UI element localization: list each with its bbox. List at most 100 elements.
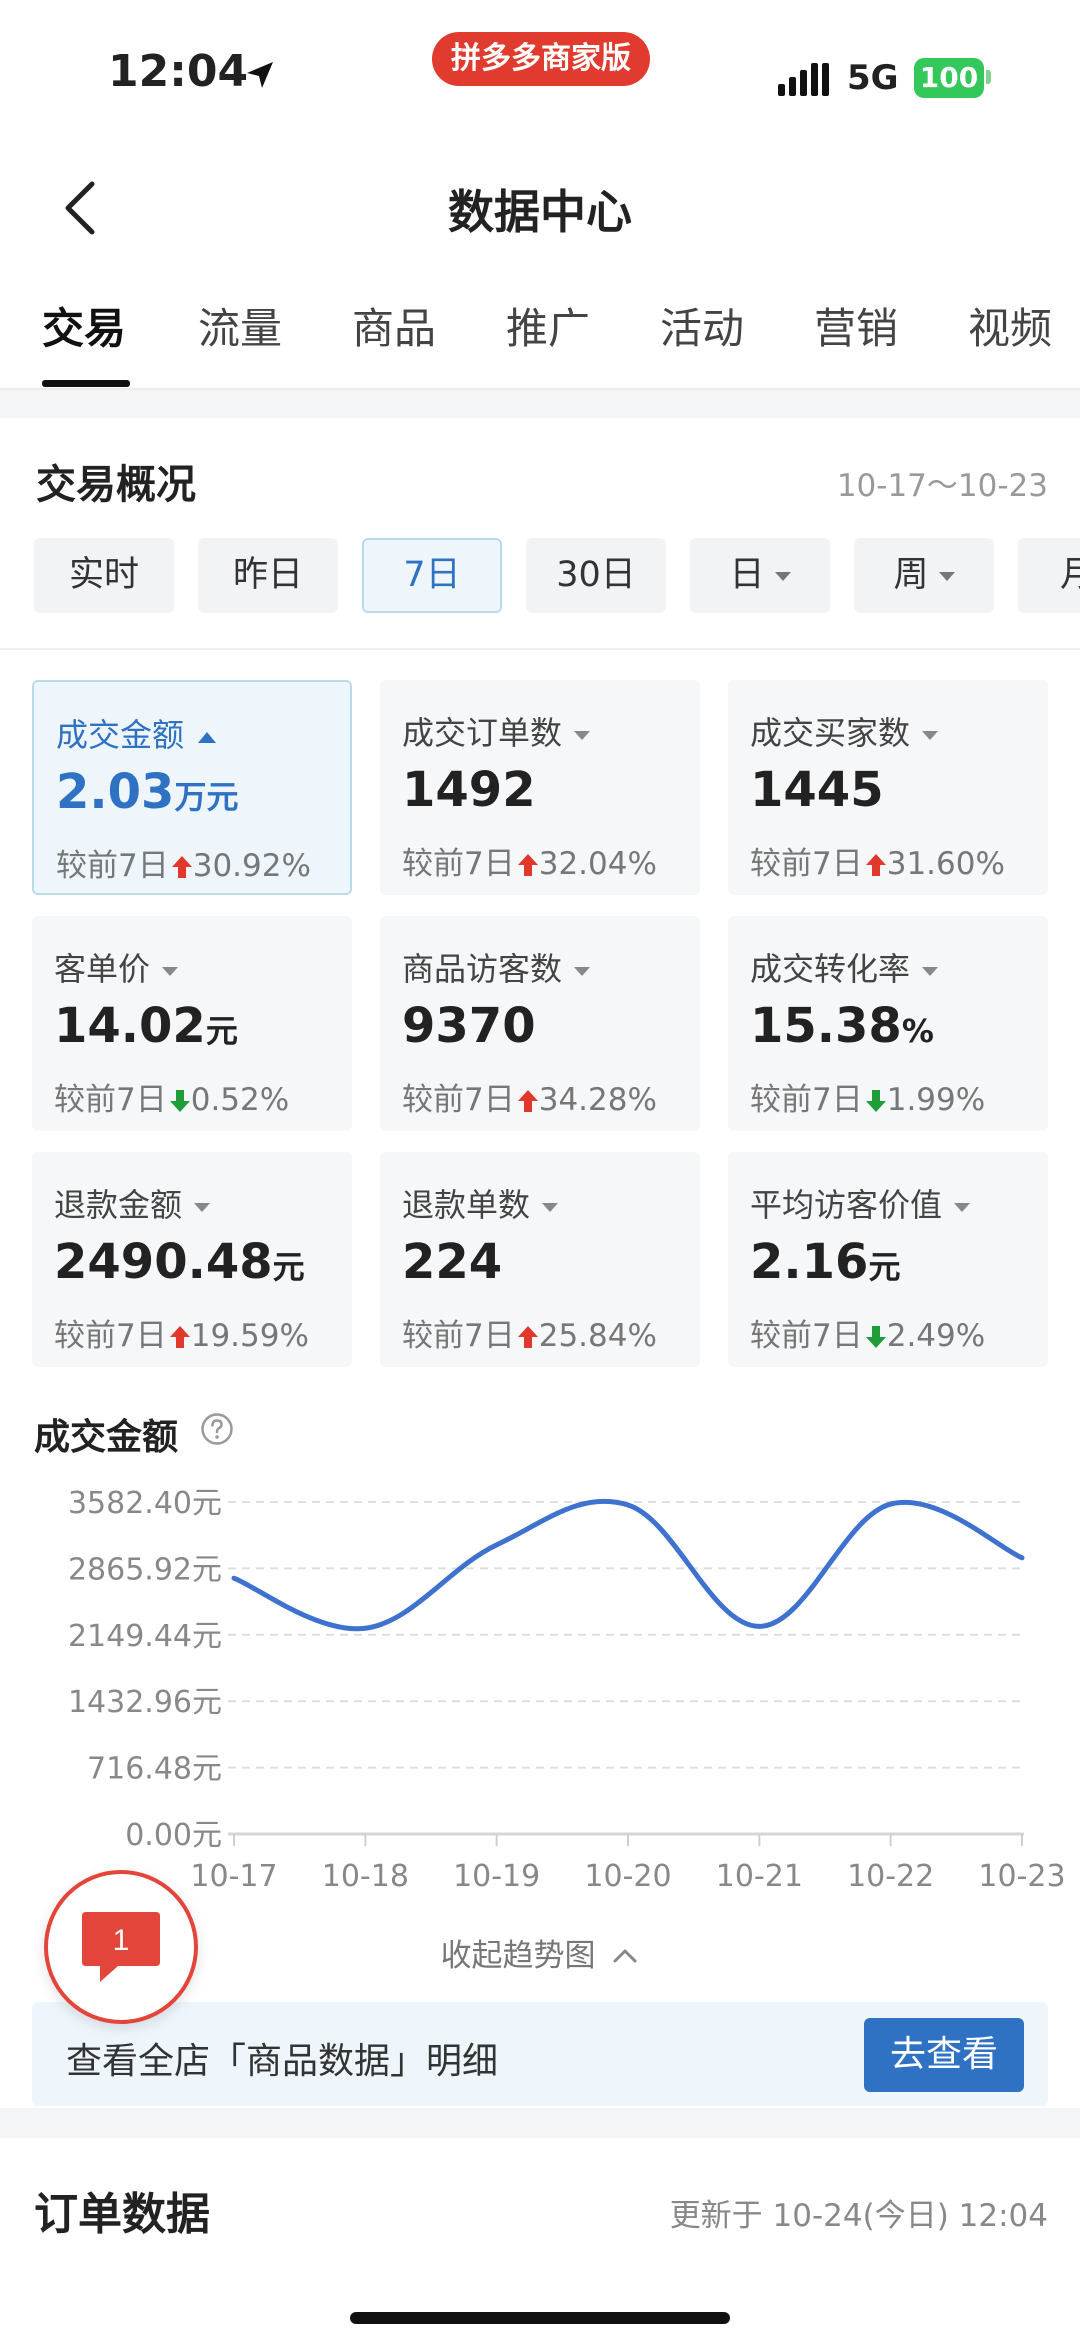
metric-label: 客单价	[54, 944, 179, 990]
tab-traffic[interactable]: 流量	[198, 295, 282, 356]
battery-icon: 100	[914, 58, 984, 98]
period-label: 昨日	[232, 555, 303, 595]
metric-number: 2490.48	[54, 1234, 273, 1290]
metric-card[interactable]: 退款金额 2490.48元 较前7日 19.59%	[32, 1152, 352, 1367]
compare-change: 0.52%	[190, 1082, 290, 1118]
metric-label-text: 退款金额	[54, 1186, 183, 1224]
x-tick-label: 10-19	[453, 1859, 540, 1894]
chevron-up-icon	[613, 1949, 637, 1963]
metric-card[interactable]: 成交订单数 1492 较前7日 32.04%	[380, 680, 700, 895]
status-time: 12:04	[108, 46, 249, 97]
x-tick-label: 10-22	[847, 1859, 934, 1894]
metric-value: 1445	[750, 762, 884, 818]
metric-card[interactable]: 商品访客数 9370 较前7日 34.28%	[380, 916, 700, 1131]
compare-change: 34.28%	[538, 1082, 657, 1118]
category-tabs: 交易 流量 商品 推广 活动 营销 视频	[0, 265, 1080, 390]
caret-down-icon	[922, 966, 939, 976]
period-30d[interactable]: 30日	[526, 538, 666, 613]
caret-up-icon	[198, 731, 217, 743]
metric-label: 成交订单数	[402, 708, 591, 754]
period-realtime[interactable]: 实时	[34, 538, 174, 613]
caret-down-icon	[922, 730, 939, 740]
compare-change: 19.59%	[190, 1318, 309, 1354]
arrow-down-icon	[863, 1082, 887, 1118]
tab-promotion[interactable]: 推广	[506, 295, 590, 356]
y-tick-label: 716.48元	[87, 1752, 222, 1787]
signal-icon	[778, 63, 829, 96]
metric-unit: %	[901, 1012, 934, 1050]
metric-number: 15.38	[750, 998, 902, 1054]
compare-prefix: 较前7日	[402, 1318, 515, 1354]
tab-activity[interactable]: 活动	[660, 295, 744, 356]
app-badge: 拼多多商家版	[432, 32, 650, 86]
x-tick-label: 10-21	[716, 1859, 803, 1894]
metric-label-text: 成交订单数	[402, 714, 563, 752]
metric-number: 9370	[402, 998, 536, 1054]
metric-card[interactable]: 成交转化率 15.38% 较前7日 1.99%	[728, 916, 1048, 1131]
compare-change: 32.04%	[538, 846, 657, 882]
metric-value: 224	[402, 1234, 502, 1290]
tab-trade[interactable]: 交易	[42, 295, 126, 356]
metric-compare: 较前7日 25.84%	[402, 1310, 657, 1355]
metric-card[interactable]: 成交金额 2.03万元 较前7日 30.92%	[32, 680, 352, 895]
period-day-dropdown[interactable]: 日	[690, 538, 830, 613]
chevron-down-icon	[938, 571, 955, 581]
collapse-label: 收起趋势图	[440, 1938, 596, 1974]
floating-message-button[interactable]: 1	[44, 1870, 198, 2024]
metric-number: 14.02	[54, 998, 206, 1054]
period-yesterday[interactable]: 昨日	[198, 538, 338, 613]
chevron-down-icon	[774, 571, 791, 581]
home-indicator	[350, 2312, 730, 2324]
battery-tip	[986, 70, 991, 84]
compare-prefix: 较前7日	[402, 1082, 515, 1118]
x-tick-label: 10-18	[322, 1859, 409, 1894]
period-label: 日	[729, 555, 765, 595]
metric-label: 退款金额	[54, 1180, 211, 1226]
compare-change: 2.49%	[886, 1318, 986, 1354]
series-line	[231, 1498, 1025, 1632]
metric-card[interactable]: 退款单数 224 较前7日 25.84%	[380, 1152, 700, 1367]
period-week-dropdown[interactable]: 周	[854, 538, 994, 613]
metric-label-text: 平均访客价值	[750, 1186, 943, 1224]
metric-number: 224	[402, 1234, 503, 1290]
metric-card[interactable]: 成交买家数 1445 较前7日 31.60%	[728, 680, 1048, 895]
metric-label: 商品访客数	[402, 944, 591, 990]
arrow-up-icon	[515, 1082, 539, 1118]
date-range: 10-17～10-23	[836, 468, 1048, 504]
compare-change: 1.99%	[886, 1082, 986, 1118]
compare-prefix: 较前7日	[750, 1082, 863, 1118]
y-tick-label: 0.00元	[125, 1818, 222, 1853]
metric-card[interactable]: 客单价 14.02元较前7日 0.52%	[32, 916, 352, 1131]
order-data-card: 订单数据 更新于 10-24(今日) 12:04	[0, 2138, 1080, 2341]
metric-number: 1445	[750, 762, 884, 818]
arrow-up-icon	[515, 846, 539, 882]
compare-prefix: 较前7日	[54, 1082, 167, 1118]
order-updated-time: 更新于 10-24(今日) 12:04	[669, 2198, 1048, 2234]
caret-down-icon	[954, 1202, 971, 1212]
period-7d[interactable]: 7日	[362, 538, 502, 613]
view-details-button[interactable]: 去查看	[864, 2018, 1024, 2092]
tab-goods[interactable]: 商品	[352, 295, 436, 356]
metric-value: 14.02元	[54, 998, 238, 1054]
message-bubble-icon: 1	[82, 1912, 160, 1982]
metric-compare: 较前7日 0.52%	[54, 1074, 289, 1119]
page-title: 数据中心	[448, 185, 632, 239]
compare-prefix: 较前7日	[750, 846, 863, 882]
caret-down-icon	[162, 966, 179, 976]
metric-value: 15.38%	[750, 998, 934, 1054]
period-label: 7日	[403, 555, 461, 595]
metric-card[interactable]: 平均访客价值 2.16元 较前7日 2.49%	[728, 1152, 1048, 1367]
period-month-dropdown[interactable]: 月	[1018, 538, 1080, 613]
caret-down-icon	[574, 966, 591, 976]
caret-down-icon	[194, 1202, 211, 1212]
y-tick-label: 2865.92元	[68, 1552, 222, 1587]
metric-label: 成交转化率	[750, 944, 939, 990]
metric-unit: 万元	[174, 778, 239, 816]
metric-value: 9370	[402, 998, 536, 1054]
tab-video[interactable]: 视频	[968, 295, 1052, 356]
metric-compare: 较前7日 34.28%	[402, 1074, 657, 1119]
metric-label-text: 客单价	[54, 950, 151, 988]
metric-unit: 元	[272, 1248, 305, 1286]
trend-line-chart: 0.00元 716.48元 1432.96元 2149.44元 2865.92元 3582…	[68, 1486, 1066, 1894]
tab-marketing[interactable]: 营销	[814, 295, 898, 356]
